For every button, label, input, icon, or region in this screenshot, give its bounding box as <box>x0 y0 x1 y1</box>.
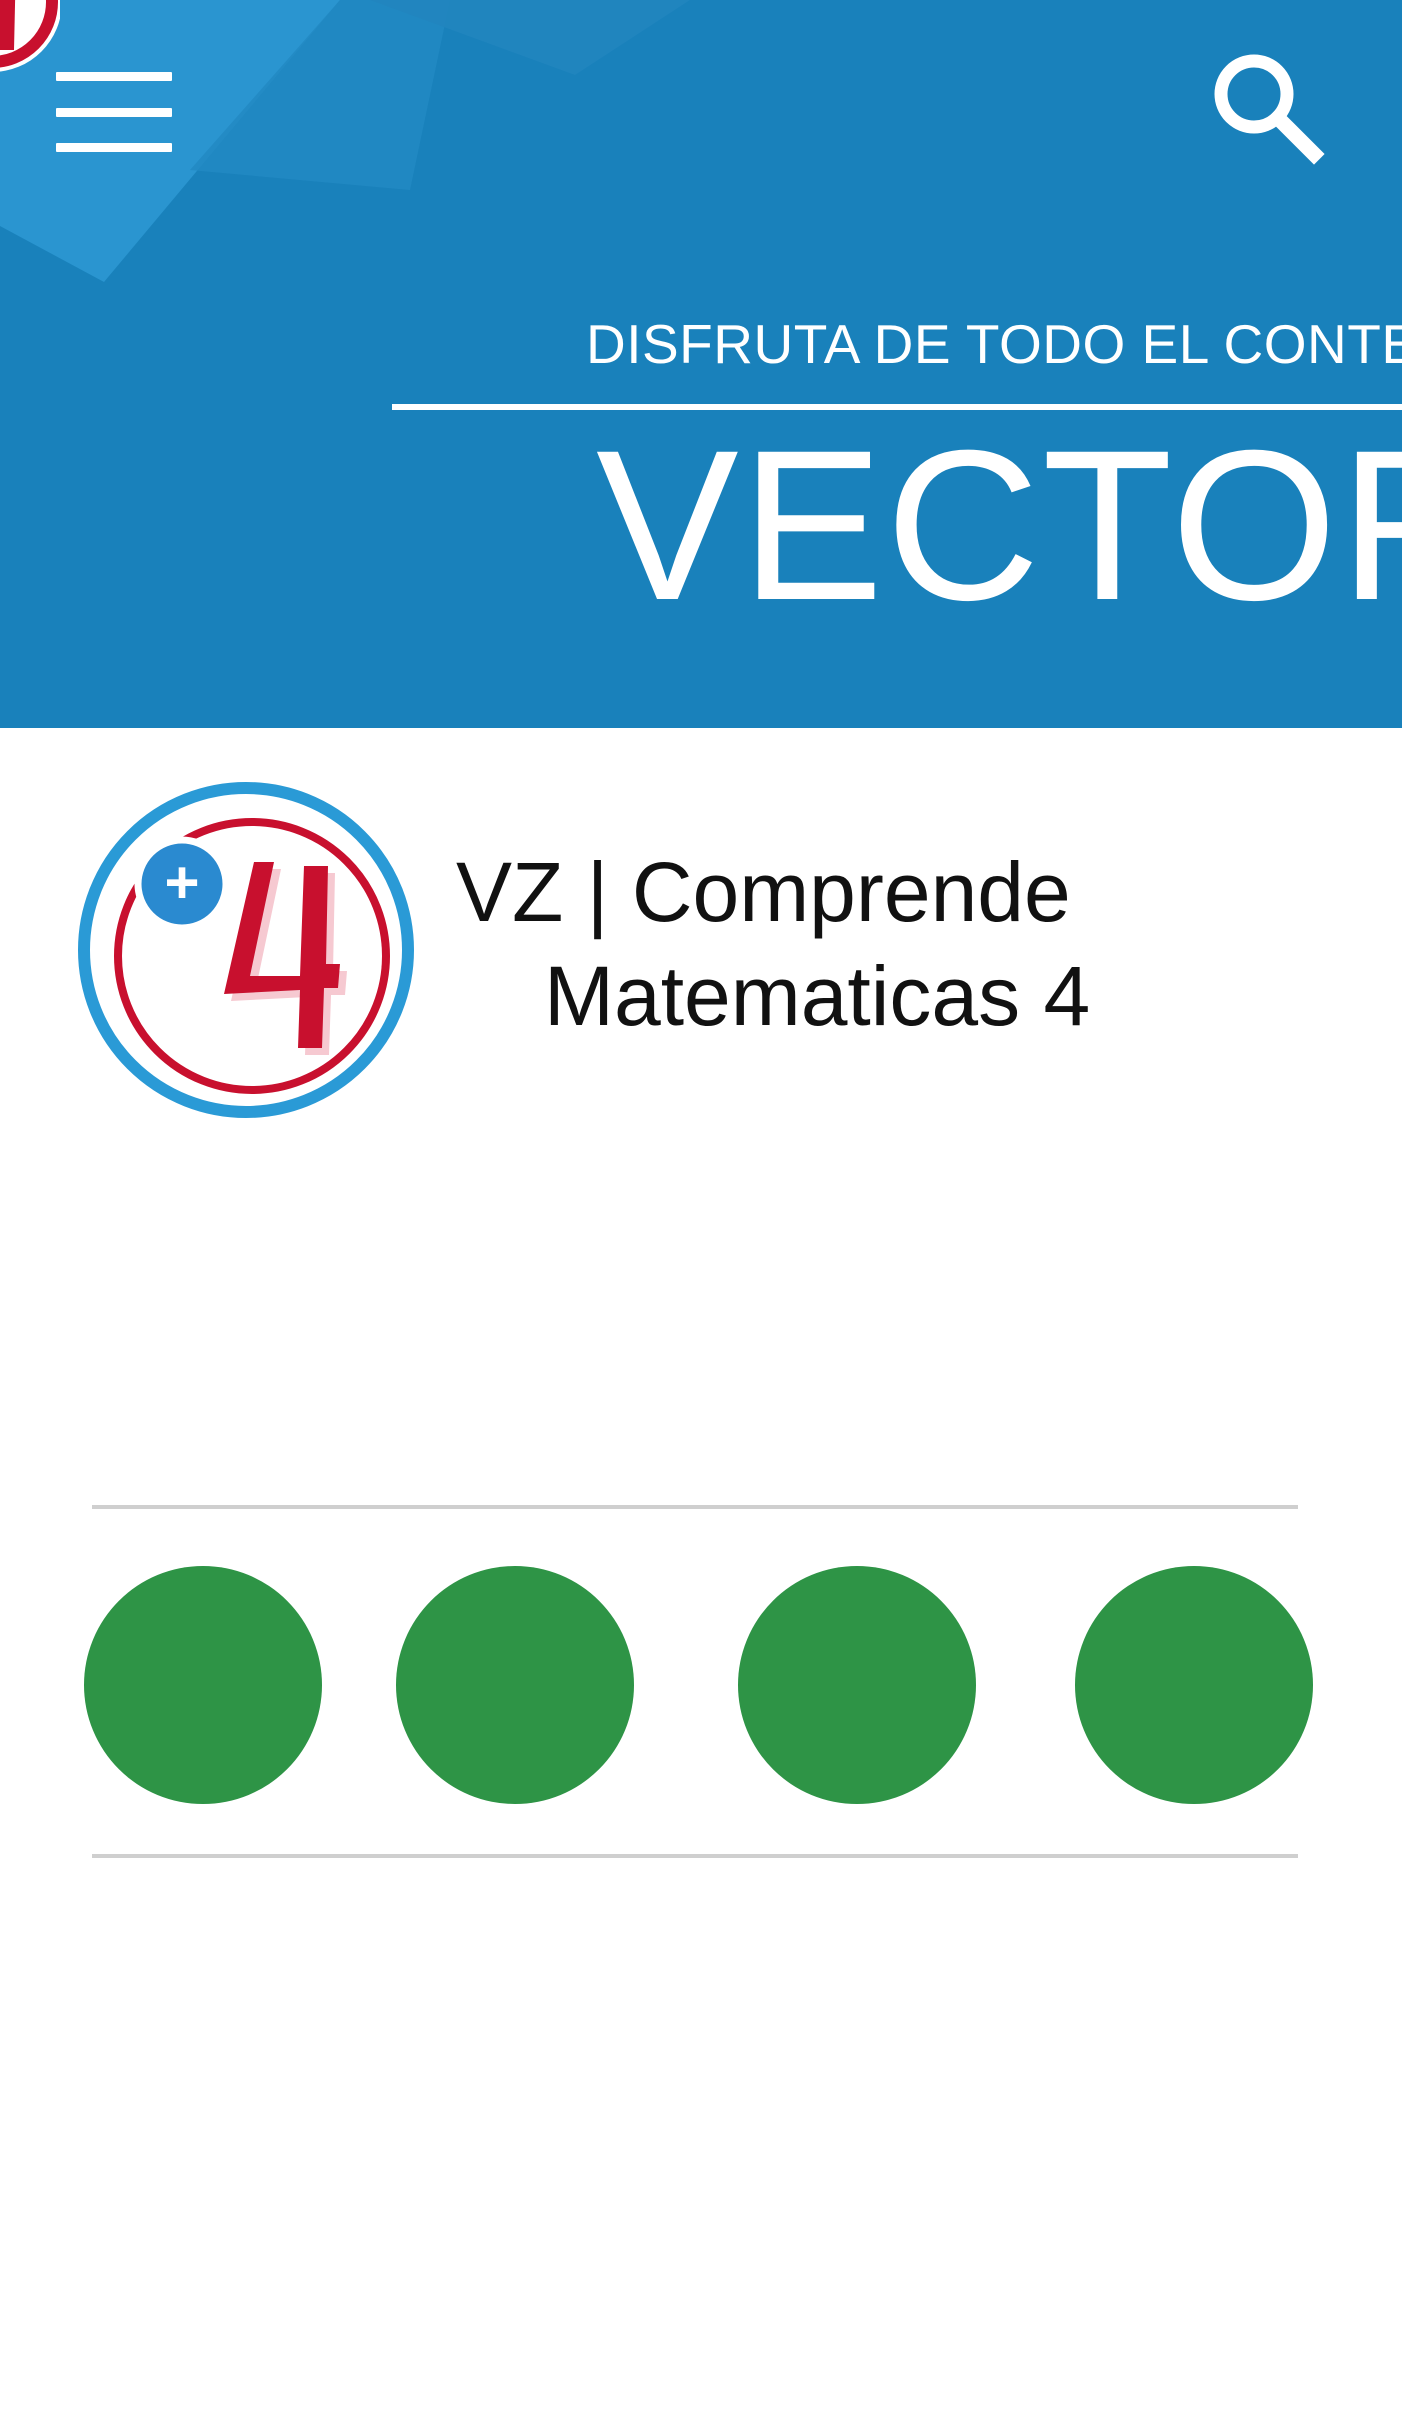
section-divider-top <box>92 1505 1298 1509</box>
product-title[interactable]: VZ | Comprende Matematicas 4 <box>456 840 1090 1048</box>
page: DISFRUTA DE TODO EL CONTEN VECTOR + VZ |… <box>0 0 1402 2412</box>
logo-plus-badge: + <box>164 849 199 916</box>
header-banner: DISFRUTA DE TODO EL CONTEN VECTOR <box>0 0 1402 728</box>
status-dot-4[interactable] <box>1075 1566 1313 1804</box>
section-divider-bottom <box>92 1854 1298 1858</box>
status-dot-3[interactable] <box>738 1566 976 1804</box>
status-dot-1[interactable] <box>84 1566 322 1804</box>
menu-bar <box>56 107 172 117</box>
product-title-line2: Matematicas 4 <box>544 949 1091 1043</box>
page-title: VECTOR <box>596 406 1402 645</box>
header-subtitle: DISFRUTA DE TODO EL CONTEN <box>586 313 1402 375</box>
product-logo[interactable]: + <box>76 780 416 1120</box>
menu-bar <box>56 72 172 81</box>
corner-logo-icon <box>0 0 60 72</box>
search-icon[interactable] <box>1206 46 1326 166</box>
status-dot-2[interactable] <box>396 1566 634 1804</box>
menu-bar <box>56 143 172 152</box>
hamburger-menu-icon[interactable] <box>56 72 172 152</box>
product-title-line1: VZ | Comprende <box>456 845 1071 939</box>
